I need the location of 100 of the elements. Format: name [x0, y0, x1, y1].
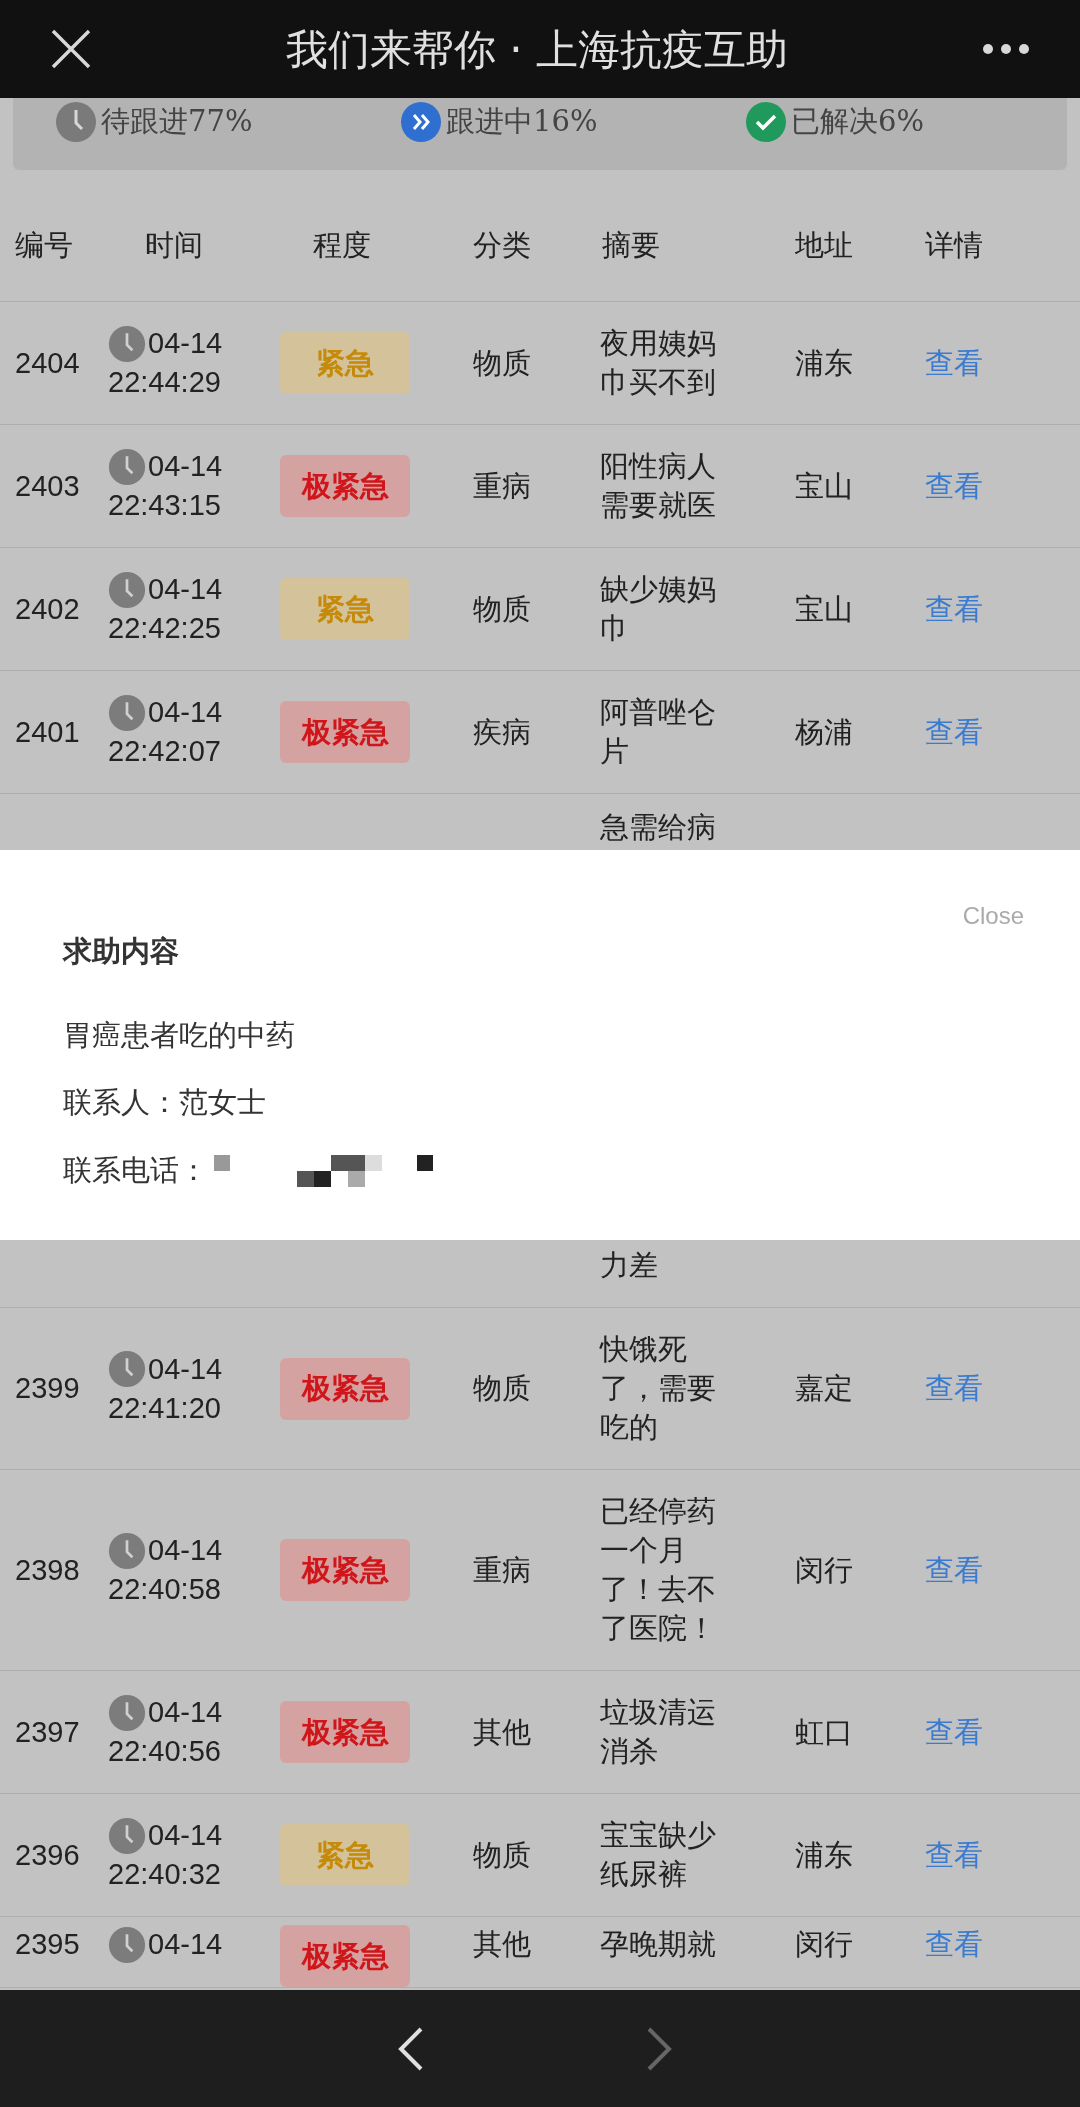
- time-cell-text: 22:43:15: [108, 488, 222, 523]
- address-cell: 闵行: [795, 1553, 853, 1586]
- time-cell-text: 22:40:56: [108, 1734, 222, 1769]
- address-cell: 嘉定: [795, 1372, 853, 1404]
- summary-line: 了！去不: [600, 1572, 716, 1607]
- category-cell: 疾病: [473, 715, 531, 748]
- status-stat: 跟进中16%: [446, 103, 598, 140]
- urgency-badge: 极紧急: [280, 701, 410, 763]
- id-cell: 2399: [15, 1372, 80, 1404]
- category-cell: 重病: [473, 469, 531, 502]
- summary-line: 已经停药: [600, 1494, 716, 1529]
- summary-line: 巾买不到: [600, 365, 716, 400]
- urgency-badge: 极紧急: [280, 1701, 410, 1763]
- id-cell: 2396: [15, 1838, 80, 1871]
- summary-line: 阳性病人: [600, 449, 716, 484]
- urgency-badge: 紧急: [280, 1824, 410, 1886]
- urgency-badge: 极紧急: [280, 1539, 410, 1601]
- address-cell: 闵行: [795, 1928, 853, 1960]
- clock-icon: [108, 1350, 146, 1388]
- view-link[interactable]: 查看: [925, 1372, 983, 1404]
- clock-icon: [108, 1693, 146, 1732]
- window-title: 我们来帮你 · 上海抗疫互助: [285, 23, 789, 76]
- id-cell: 2397: [15, 1715, 80, 1748]
- summary-cell: 急需给病: [600, 811, 716, 843]
- summary-line: 宝宝缺少: [600, 1818, 716, 1853]
- clock-icon: [108, 324, 146, 363]
- summary-cell: 力差: [600, 1249, 658, 1281]
- status-stat: 待跟进77%: [101, 103, 253, 140]
- time-cell-text: 22:42:25: [108, 611, 222, 646]
- clock-icon: [108, 1531, 146, 1570]
- column-header: 时间: [145, 228, 203, 261]
- summary-line: 孕晚期就: [600, 1927, 716, 1962]
- category-cell: 其他: [473, 1715, 531, 1748]
- view-link[interactable]: 查看: [925, 346, 983, 379]
- address-cell: 杨浦: [795, 715, 853, 748]
- view-link[interactable]: 查看: [925, 715, 983, 748]
- urgency-badge: 极紧急: [280, 455, 410, 517]
- more-icon[interactable]: [982, 43, 1030, 55]
- date-cell-text: 04-14: [148, 572, 223, 607]
- time-cell-text: 22:41:20: [108, 1390, 222, 1426]
- view-link[interactable]: 查看: [925, 592, 983, 625]
- status-stat: 已解决6%: [791, 103, 924, 140]
- time-cell-text: 22:40:32: [108, 1857, 222, 1892]
- column-header: 详情: [925, 228, 983, 261]
- date-cell-text: 04-14: [148, 1533, 223, 1568]
- category-cell: 物质: [473, 1838, 531, 1871]
- address-cell: 宝山: [795, 592, 853, 625]
- id-cell: 2398: [15, 1553, 80, 1586]
- clock-icon: [108, 1816, 146, 1855]
- date-cell-text: 04-14: [148, 1351, 223, 1387]
- category-cell: 物质: [473, 592, 531, 625]
- urgency-badge: 极紧急: [280, 1925, 410, 1987]
- close-button[interactable]: Close: [962, 898, 1024, 934]
- clock-icon: [108, 447, 146, 486]
- summary-line: 需要就医: [600, 488, 716, 523]
- phone-label: 联系电话：: [63, 1152, 208, 1188]
- address-cell: 宝山: [795, 469, 853, 502]
- summary-line: 快饿死: [600, 1332, 687, 1367]
- id-cell: 2401: [15, 715, 80, 748]
- date-cell-text: 04-14: [148, 1695, 223, 1730]
- category-cell: 其他: [473, 1928, 531, 1960]
- summary-line: 消杀: [600, 1734, 658, 1769]
- dialog-title: 求助内容: [63, 934, 180, 969]
- summary-line: 阿普唑仑: [600, 695, 716, 730]
- column-header: 摘要: [602, 228, 660, 261]
- date-cell-text: 04-14: [148, 695, 223, 730]
- clock-icon: [108, 693, 146, 732]
- urgency-badge: 极紧急: [280, 1357, 410, 1420]
- summary-line: 了医院！: [600, 1611, 716, 1646]
- column-header: 程度: [313, 228, 371, 261]
- address-cell: 虹口: [795, 1715, 853, 1748]
- summary-line: 垃圾清运: [600, 1695, 716, 1730]
- summary-line: 纸尿裤: [600, 1857, 687, 1892]
- address-cell: 浦东: [795, 1838, 853, 1871]
- summary-line: 片: [600, 734, 629, 769]
- date-cell-text: 04-14: [148, 449, 223, 484]
- view-link[interactable]: 查看: [925, 1928, 983, 1960]
- id-cell: 2403: [15, 469, 80, 502]
- column-header: 地址: [795, 228, 853, 261]
- summary-line: 了，需要: [600, 1371, 716, 1406]
- view-link[interactable]: 查看: [925, 1553, 983, 1586]
- time-cell-text: 22:42:07: [108, 734, 222, 769]
- view-link[interactable]: 查看: [925, 1838, 983, 1871]
- time-cell-text: 22:40:58: [108, 1572, 222, 1607]
- time-cell-text: 22:44:29: [108, 365, 222, 400]
- close-icon[interactable]: [50, 28, 92, 70]
- column-header: 分类: [473, 228, 531, 261]
- view-link[interactable]: 查看: [925, 469, 983, 502]
- date-cell-text: 04-14: [148, 1818, 223, 1853]
- category-cell: 物质: [473, 1372, 531, 1404]
- summary-line: 一个月: [600, 1533, 687, 1568]
- id-cell: 2402: [15, 592, 80, 625]
- view-link[interactable]: 查看: [925, 1715, 983, 1748]
- urgency-badge: 紧急: [280, 332, 410, 394]
- contact-person: 联系人：范女士: [63, 1085, 267, 1120]
- id-cell: 2404: [15, 346, 80, 379]
- summary-line: 缺少姨妈: [600, 572, 716, 607]
- summary-line: 夜用姨妈: [600, 326, 716, 361]
- help-content: 胃癌患者吃的中药: [63, 1017, 296, 1053]
- category-cell: 物质: [473, 346, 531, 379]
